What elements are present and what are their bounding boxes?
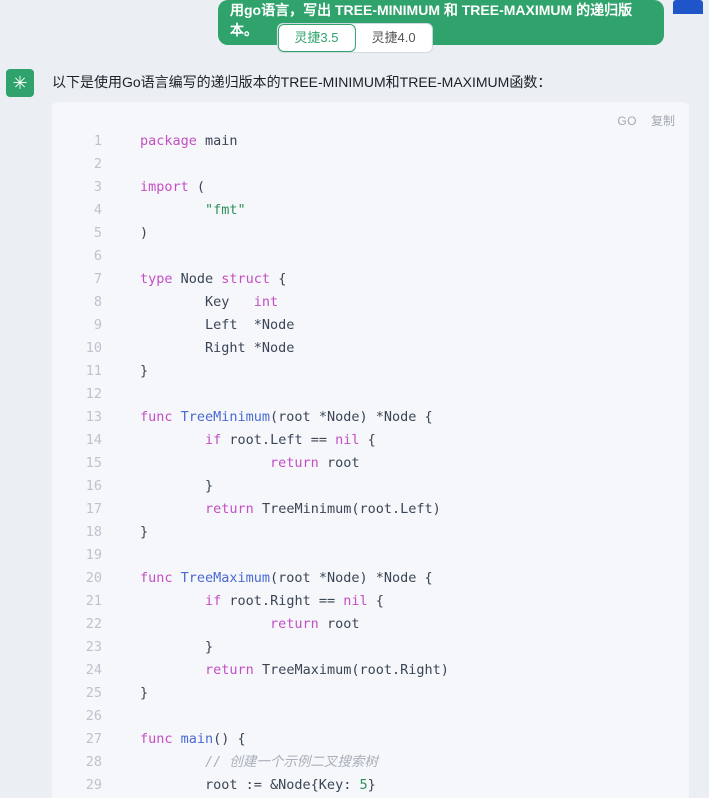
sparkle-icon: ✳ — [12, 73, 27, 94]
code-language-label: GO — [617, 114, 637, 128]
code-line: ) — [140, 222, 689, 245]
code-line: return root — [140, 452, 689, 475]
code-line: Left *Node — [140, 314, 689, 337]
code-line: } — [140, 475, 689, 498]
line-number: 6 — [52, 245, 124, 268]
code-line — [140, 153, 689, 176]
code-line — [140, 245, 689, 268]
assistant-intro-text: 以下是使用Go语言编写的递归版本的TREE-MINIMUM和TREE-MAXIM… — [52, 72, 679, 92]
tab-model-40[interactable]: 灵捷4.0 — [356, 24, 432, 52]
code-line: return TreeMaximum(root.Right) — [140, 659, 689, 682]
line-number: 7 — [52, 268, 124, 291]
line-number: 13 — [52, 406, 124, 429]
code-line: // 创建一个示例二叉搜索树 — [140, 751, 689, 774]
line-number: 22 — [52, 613, 124, 636]
code-line: Key int — [140, 291, 689, 314]
code-line: } — [140, 682, 689, 705]
code-line: package main — [140, 130, 689, 153]
line-number: 10 — [52, 337, 124, 360]
code-line: return root — [140, 613, 689, 636]
line-number: 12 — [52, 383, 124, 406]
line-number: 19 — [52, 544, 124, 567]
code-line: } — [140, 521, 689, 544]
line-number: 29 — [52, 774, 124, 797]
code-line — [140, 705, 689, 728]
code-line: func TreeMinimum(root *Node) *Node { — [140, 406, 689, 429]
code-line — [140, 383, 689, 406]
line-number: 2 — [52, 153, 124, 176]
user-avatar — [673, 0, 703, 14]
code-line: return TreeMinimum(root.Left) — [140, 498, 689, 521]
line-number: 15 — [52, 452, 124, 475]
line-number: 17 — [52, 498, 124, 521]
line-number: 1 — [52, 130, 124, 153]
code-line: } — [140, 636, 689, 659]
line-number: 26 — [52, 705, 124, 728]
line-number: 14 — [52, 429, 124, 452]
code-line: type Node struct { — [140, 268, 689, 291]
code-line: root := &Node{Key: 5} — [140, 774, 689, 797]
line-number: 5 — [52, 222, 124, 245]
line-number-gutter: 1234567891011121314151617181920212223242… — [52, 130, 124, 797]
tab-model-35[interactable]: 灵捷3.5 — [277, 24, 355, 52]
code-area[interactable]: package main import ( "fmt") type Node s… — [52, 102, 689, 798]
code-line: func TreeMaximum(root *Node) *Node { — [140, 567, 689, 590]
line-number: 25 — [52, 682, 124, 705]
code-lines: package main import ( "fmt") type Node s… — [140, 130, 689, 797]
code-line: Right *Node — [140, 337, 689, 360]
code-line: func main() { — [140, 728, 689, 751]
line-number: 11 — [52, 360, 124, 383]
code-line: } — [140, 360, 689, 383]
code-line — [140, 544, 689, 567]
code-line: if root.Left == nil { — [140, 429, 689, 452]
copy-button[interactable]: 复制 — [651, 112, 675, 129]
line-number: 4 — [52, 199, 124, 222]
line-number: 27 — [52, 728, 124, 751]
line-number: 8 — [52, 291, 124, 314]
line-number: 23 — [52, 636, 124, 659]
line-number: 9 — [52, 314, 124, 337]
line-number: 21 — [52, 590, 124, 613]
code-line: "fmt" — [140, 199, 689, 222]
line-number: 20 — [52, 567, 124, 590]
line-number: 18 — [52, 521, 124, 544]
assistant-avatar: ✳ — [6, 69, 34, 97]
code-line: if root.Right == nil { — [140, 590, 689, 613]
line-number: 24 — [52, 659, 124, 682]
line-number: 16 — [52, 475, 124, 498]
code-block: GO 复制 1234567891011121314151617181920212… — [52, 102, 689, 798]
line-number: 3 — [52, 176, 124, 199]
code-toolbar: GO 复制 — [617, 112, 675, 129]
line-number: 28 — [52, 751, 124, 774]
code-line: import ( — [140, 176, 689, 199]
model-switcher: 灵捷3.5 灵捷4.0 — [276, 23, 432, 53]
